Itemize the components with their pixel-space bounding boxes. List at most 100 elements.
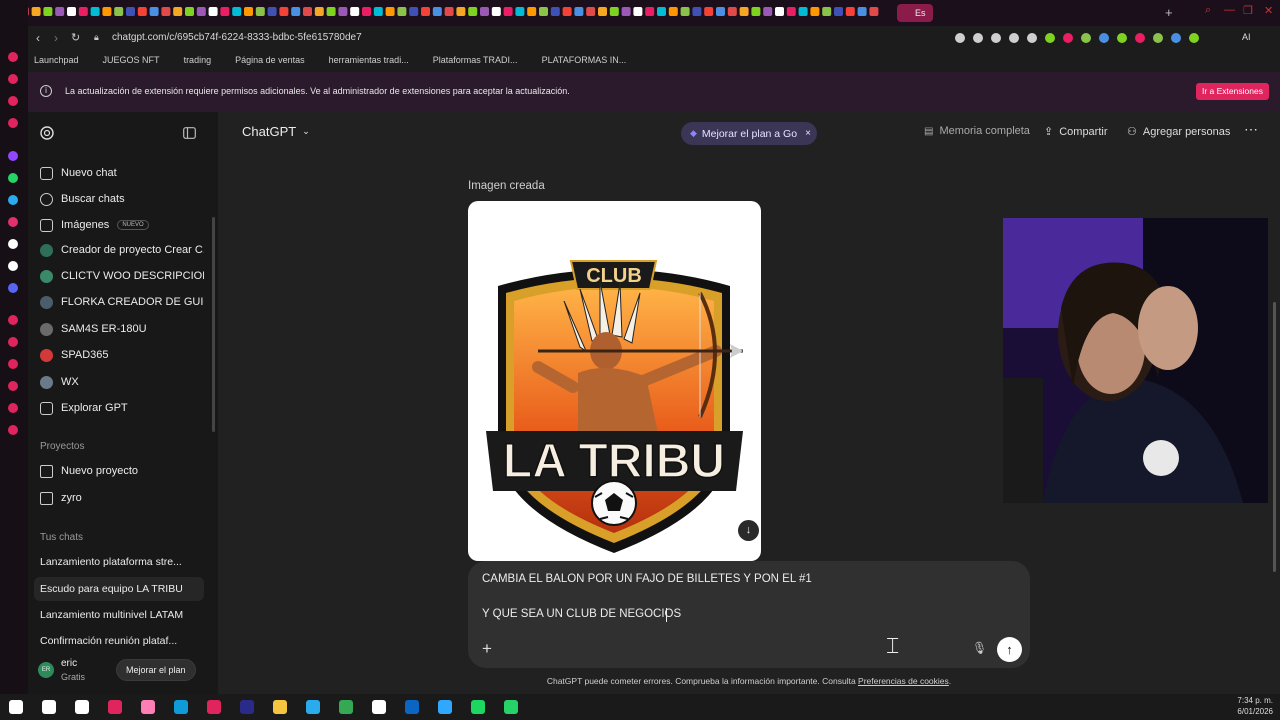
clock-date[interactable]: 6/01/2026 bbox=[1225, 707, 1273, 716]
crest-image: CLUB LA TRIBU bbox=[486, 260, 743, 553]
tab-favicon bbox=[716, 7, 725, 16]
download-icon[interactable]: ↓ bbox=[738, 520, 759, 541]
ai-label[interactable]: AI bbox=[1242, 32, 1251, 42]
gpt-icon bbox=[40, 375, 53, 389]
close-icon[interactable]: × bbox=[805, 128, 811, 139]
tab-favicon bbox=[798, 7, 808, 16]
tab-favicon bbox=[196, 7, 206, 16]
tab-favicon bbox=[314, 7, 324, 16]
share-icon: ⇪ bbox=[1044, 126, 1054, 138]
sidebar-item-9[interactable]: Explorar GPT bbox=[34, 396, 204, 420]
sidebar-item-label: Nuevo chat bbox=[61, 167, 117, 179]
tab-favicon bbox=[432, 7, 442, 16]
sidebar-scrollbar[interactable] bbox=[212, 217, 215, 432]
sidebar-item-6[interactable]: SAM4S ER-180U bbox=[34, 317, 204, 341]
add-people-button[interactable]: ⚇ Agregar personas bbox=[1127, 125, 1230, 139]
chat-item[interactable]: Lanzamiento multinivel LATAM bbox=[34, 603, 204, 627]
tab-favicon bbox=[857, 7, 867, 16]
bookmark-item[interactable]: Página de ventas bbox=[225, 55, 305, 65]
sidebar-item-0[interactable]: Nuevo chat bbox=[34, 161, 204, 185]
search-tabs-icon[interactable]: ⌕ bbox=[1205, 4, 1211, 17]
chat-item[interactable]: Escudo para equipo LA TRIBU bbox=[34, 577, 204, 601]
microphone-icon[interactable]: 🎙︎ bbox=[972, 641, 987, 655]
projects-heading: Proyectos bbox=[40, 441, 85, 452]
generated-image[interactable]: CLUB LA TRIBU ↓ bbox=[468, 201, 761, 561]
sidebar-item-2[interactable]: Imágenes NUEVO bbox=[34, 213, 204, 237]
gpt-icon bbox=[40, 243, 53, 257]
disclaimer-end: . bbox=[948, 676, 952, 686]
sidebar-item-7[interactable]: SPAD365 bbox=[34, 343, 204, 367]
upgrade-pill-label: Mejorar el plan a Go bbox=[701, 127, 798, 140]
project-item-1[interactable]: zyro bbox=[34, 486, 204, 510]
prompt-composer[interactable]: CAMBIA EL BALON POR UN FAJO DE BILLETES … bbox=[468, 561, 1030, 668]
add-attachment-icon[interactable]: + bbox=[482, 639, 492, 659]
avatar[interactable]: ER bbox=[38, 662, 54, 678]
tab-favicon bbox=[421, 7, 430, 16]
memory-status[interactable]: ▤ Memoria completa bbox=[924, 125, 1030, 137]
minimize-icon[interactable]: — bbox=[1224, 4, 1235, 16]
new-badge: NUEVO bbox=[117, 220, 149, 230]
bookmark-item[interactable]: Plataformas TRADI... bbox=[423, 55, 518, 65]
chat-scrollbar[interactable] bbox=[1273, 302, 1276, 572]
chat-item[interactable]: Lanzamiento plataforma stre... bbox=[34, 550, 204, 574]
clock-time[interactable]: 7:34 p. m. bbox=[1225, 696, 1273, 705]
openai-logo-icon[interactable] bbox=[39, 125, 55, 141]
extension-icon bbox=[1135, 33, 1145, 43]
toggle-sidebar-icon[interactable] bbox=[183, 127, 196, 139]
bookmark-item[interactable]: herramientas tradi... bbox=[319, 55, 409, 65]
active-tab[interactable]: Es bbox=[897, 4, 933, 22]
tab-favicons[interactable] bbox=[0, 0, 1280, 26]
send-button[interactable]: ↑ bbox=[997, 637, 1022, 662]
reload-icon[interactable]: ↻ bbox=[71, 31, 80, 44]
back-icon[interactable]: ‹ bbox=[36, 31, 40, 45]
cookie-preferences-link[interactable]: Preferencias de cookies bbox=[858, 676, 949, 686]
share-button[interactable]: ⇪ Compartir bbox=[1044, 125, 1108, 139]
extension-icon bbox=[1009, 33, 1019, 43]
project-item-0[interactable]: Nuevo proyecto bbox=[34, 459, 204, 483]
extension-icon bbox=[955, 33, 965, 43]
tab-favicon bbox=[869, 7, 879, 16]
prompt-line-2[interactable]: Y QUE SEA UN CLUB DE NEGOCIOS bbox=[482, 608, 681, 620]
forward-icon[interactable]: › bbox=[54, 31, 58, 45]
tab-favicon bbox=[751, 7, 761, 16]
tab-favicon bbox=[291, 7, 301, 16]
disclaimer-text: ChatGPT puede cometer errores. Comprueba… bbox=[546, 676, 856, 686]
sidebar-item-1[interactable]: Buscar chats bbox=[34, 187, 204, 211]
taskbar-app-icon bbox=[75, 700, 89, 714]
prompt-line-1[interactable]: CAMBIA EL BALON POR UN FAJO DE BILLETES … bbox=[482, 573, 812, 585]
tab-favicon bbox=[444, 7, 454, 16]
tab-favicon bbox=[31, 7, 41, 16]
tab-favicon bbox=[668, 7, 678, 16]
tab-favicon bbox=[55, 7, 65, 16]
start-icon bbox=[9, 700, 23, 714]
upgrade-pill[interactable]: ◆ Mejorar el plan a Go × bbox=[681, 122, 817, 145]
folder-icon bbox=[40, 491, 53, 505]
sidebar-item-4[interactable]: CLICTV WOO DESCRIPCIONES bbox=[34, 264, 204, 288]
tab-favicon bbox=[409, 7, 419, 16]
close-window-icon[interactable]: ✕ bbox=[1264, 4, 1273, 17]
new-tab-icon[interactable]: + bbox=[1165, 5, 1173, 20]
bookmark-item[interactable]: Launchpad bbox=[34, 55, 79, 65]
sidebar-item-5[interactable]: FLORKA CREADOR DE GUIO... bbox=[34, 290, 204, 314]
browser-sidebar-icon bbox=[8, 151, 18, 161]
cube-icon bbox=[40, 401, 53, 415]
tab-favicon bbox=[645, 7, 655, 16]
bookmark-item[interactable]: trading bbox=[174, 55, 212, 65]
go-to-extensions-button[interactable]: Ir a Extensiones bbox=[1196, 83, 1269, 100]
tab-favicon bbox=[220, 7, 230, 16]
upgrade-plan-button[interactable]: Mejorar el plan bbox=[116, 659, 196, 681]
taskbar-apps[interactable] bbox=[0, 694, 520, 720]
image-icon bbox=[40, 218, 53, 232]
maximize-icon[interactable]: ❐ bbox=[1243, 4, 1253, 17]
extension-icon bbox=[1099, 33, 1109, 43]
bookmark-item[interactable]: JUEGOS NFT bbox=[93, 55, 160, 65]
sidebar-item-8[interactable]: WX bbox=[34, 370, 204, 394]
model-selector[interactable]: ChatGPT ⌄ bbox=[242, 124, 310, 139]
url-field[interactable]: chatgpt.com/c/695cb74f-6224-8333-bdbc-5f… bbox=[112, 32, 362, 43]
sidebar-item-label: SAM4S ER-180U bbox=[61, 323, 147, 335]
bookmark-item[interactable]: PLATAFORMAS IN... bbox=[532, 55, 627, 65]
more-options-icon[interactable]: ⋯ bbox=[1244, 121, 1258, 138]
sidebar-item-3[interactable]: Creador de proyecto Crear C... bbox=[34, 238, 204, 262]
chat-item[interactable]: Confirmación reunión plataf... bbox=[34, 629, 204, 653]
extension-icons[interactable] bbox=[950, 26, 1280, 50]
